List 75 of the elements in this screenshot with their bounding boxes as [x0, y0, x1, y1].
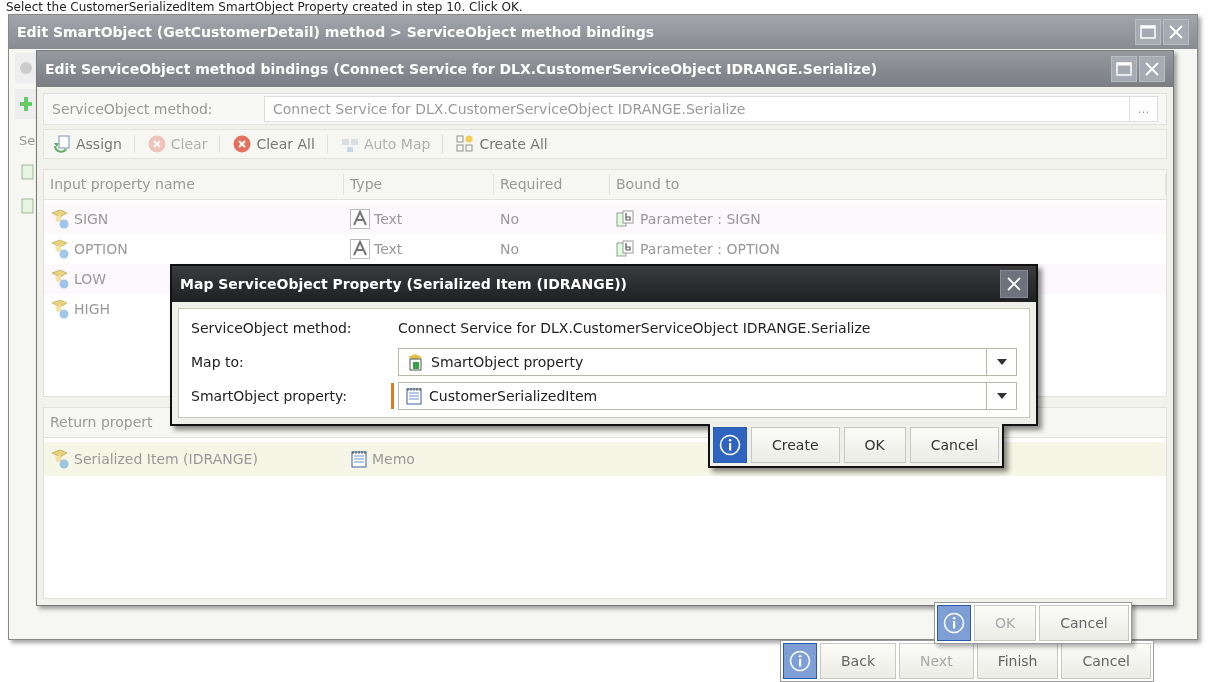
circle-icon — [19, 61, 33, 75]
plus-icon — [19, 96, 33, 112]
table-cell-text: SIGN — [74, 209, 109, 229]
field-value: Connect Service for DLX.CustomerServiceObject IDRANGE.Serialize — [398, 318, 871, 338]
table-cell-text: Text — [374, 239, 403, 259]
memo-icon — [405, 387, 423, 405]
field-label: SmartObject property: — [191, 386, 349, 406]
maximize-icon — [1140, 25, 1156, 39]
table-cell-text: LOW — [74, 269, 107, 289]
toolbar-button[interactable]: Create All — [451, 133, 552, 155]
close-icon — [1144, 61, 1160, 77]
window-title: Edit SmartObject (GetCustomerDetail) method > ServiceObject method bindings — [17, 22, 655, 42]
memo-icon — [350, 450, 368, 468]
dialog-title: Map ServiceObject Property (Serialized Item (IDRANGE)) — [180, 274, 627, 294]
text-type-icon — [350, 239, 370, 259]
instruction-text: Select the CustomerSerializedItem SmartObject Property created in step 10. Click OK. — [6, 0, 523, 14]
property-icon — [50, 449, 70, 469]
create-all-icon — [455, 134, 476, 154]
table-cell-text: Memo — [372, 449, 415, 469]
assign-icon — [52, 134, 72, 154]
table-cell: No — [500, 210, 520, 227]
table-cell-text: Parameter : OPTION — [640, 239, 781, 259]
browse-button[interactable]: ... — [1129, 97, 1157, 121]
parameter-icon — [616, 240, 636, 258]
table-cell-text: Parameter : SIGN — [640, 209, 761, 229]
info-icon — [789, 650, 811, 672]
field-label: Map to: — [191, 352, 245, 372]
toolbar-button[interactable]: Clear All — [228, 133, 319, 155]
field-label: ServiceObject method: — [52, 99, 214, 119]
caret-icon — [996, 359, 1007, 365]
text-type-icon — [350, 209, 370, 229]
close-icon — [1006, 276, 1022, 292]
clear-icon — [146, 134, 167, 154]
table-cell-text: HIGH — [74, 299, 111, 319]
document-icon — [19, 196, 35, 215]
table-cell-text: Serialized Item (IDRANGE) — [74, 449, 258, 469]
close-button[interactable] — [1000, 270, 1028, 298]
info-icon — [719, 434, 741, 456]
dropdown-field[interactable]: CustomerSerializedItem — [398, 382, 1017, 410]
info-button[interactable] — [713, 427, 747, 463]
property-icon — [50, 299, 70, 319]
table-cell: No — [500, 240, 520, 257]
column-header: Return propert — [50, 413, 153, 432]
property-icon — [50, 239, 70, 259]
dialog-button[interactable]: Create — [751, 427, 840, 463]
column-header: Type — [344, 174, 494, 195]
close-icon — [1168, 24, 1184, 40]
window-title: Edit ServiceObject method bindings (Connect Service for DLX.CustomerServiceObject IDRANGE.Serialize) — [45, 59, 878, 79]
info-icon — [943, 612, 965, 634]
dialog-button[interactable]: Cancel — [909, 427, 1000, 463]
property-icon — [50, 209, 70, 229]
method-field[interactable]: Connect Service for DLX.CustomerServiceObject IDRANGE.Serialize ... — [264, 96, 1158, 122]
dialog-button[interactable]: Cancel — [1039, 605, 1129, 641]
info-button[interactable] — [937, 605, 971, 641]
maximize-icon — [1116, 62, 1132, 76]
property-icon — [50, 269, 70, 289]
side-label: Se — [18, 132, 36, 150]
document-icon — [19, 162, 35, 181]
field-label: ServiceObject method: — [191, 318, 353, 338]
table-cell-text: Text — [374, 209, 403, 229]
dialog-button[interactable]: OK — [843, 427, 906, 463]
toolbar-button[interactable]: Assign — [48, 133, 126, 155]
info-button[interactable] — [783, 643, 817, 679]
caret-icon — [996, 393, 1007, 399]
column-header: Required — [494, 174, 610, 195]
dialog-button[interactable]: Back — [820, 643, 896, 679]
column-header: Input property name — [44, 174, 344, 195]
table-row[interactable]: SIGN Text No Parameter : SIGN — [44, 204, 1166, 234]
clear-icon — [232, 134, 253, 154]
dropdown-field[interactable]: SmartObject property — [398, 348, 1017, 376]
dialog-button[interactable]: Cancel — [1061, 643, 1151, 679]
table-cell-text: OPTION — [74, 239, 128, 259]
parameter-icon — [616, 210, 636, 228]
dialog-button[interactable]: Finish — [976, 643, 1059, 679]
column-header: Bound to — [610, 174, 1166, 195]
